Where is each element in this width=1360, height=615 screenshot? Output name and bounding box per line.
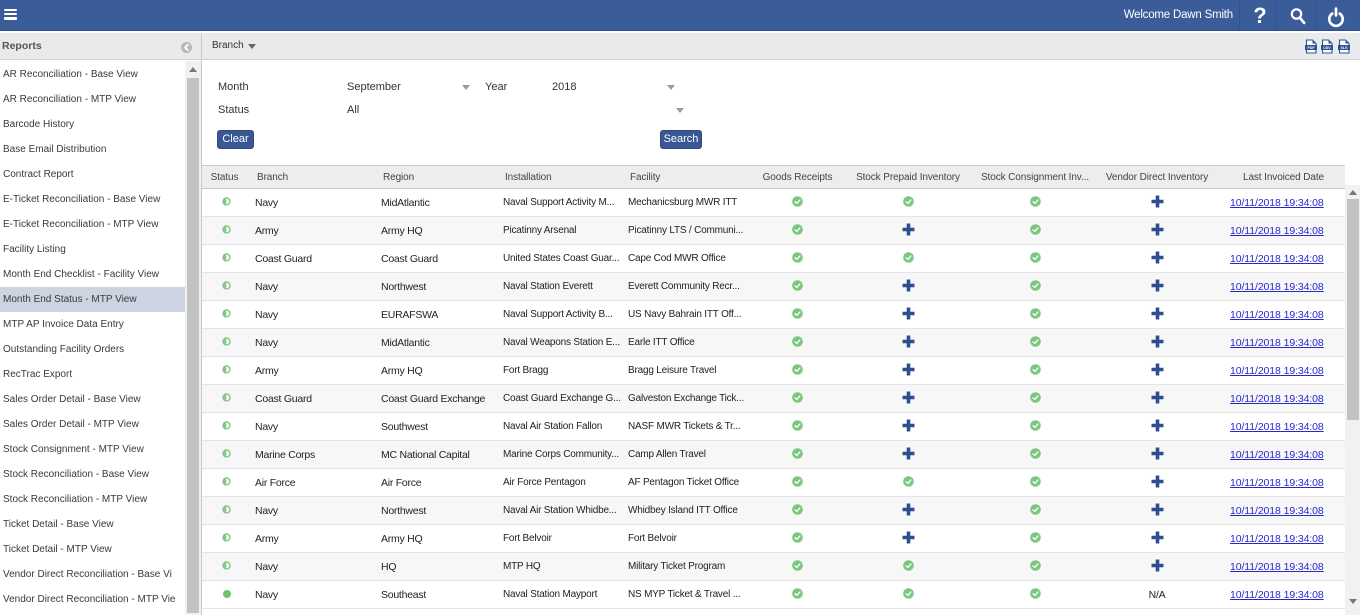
svg-text:XLS: XLS bbox=[1341, 46, 1349, 50]
svg-text:?: ? bbox=[1253, 3, 1266, 28]
svg-text:CSV: CSV bbox=[1323, 46, 1331, 50]
svg-text:PDF: PDF bbox=[1307, 46, 1315, 50]
